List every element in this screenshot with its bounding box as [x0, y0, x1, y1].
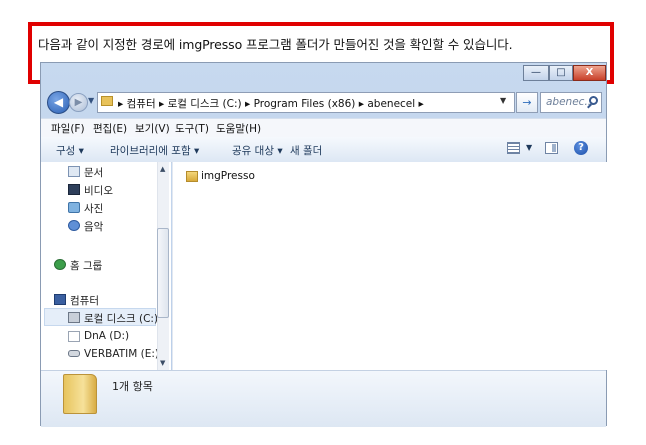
breadcrumb-separator[interactable]: ▸	[159, 98, 164, 110]
local-disk-icon	[68, 312, 80, 323]
breadcrumb-local-disk[interactable]: 로컬 디스크 (C:)	[168, 98, 242, 110]
documents-icon	[68, 166, 80, 177]
breadcrumb: ▸ 컴퓨터 ▸ 로컬 디스크 (C:) ▸ Program Files (x86…	[118, 96, 424, 111]
organize-button[interactable]: 구성 ▾	[56, 143, 84, 158]
close-button[interactable]: X	[573, 65, 606, 81]
new-folder-button[interactable]: 새 폴더	[290, 143, 322, 158]
menu-edit[interactable]: 편집(E)	[93, 121, 127, 136]
minimize-button[interactable]: —	[523, 65, 549, 81]
file-item-name: imgPresso	[201, 170, 255, 182]
pictures-icon	[68, 202, 80, 213]
change-view-icon[interactable]	[507, 142, 520, 154]
callout-text: 다음과 같이 지정한 경로에 imgPresso 프로그램 폴더가 만들어진 것…	[38, 37, 513, 52]
usb-drive-icon	[68, 331, 80, 342]
file-item-imgpresso[interactable]: imgPresso	[185, 170, 255, 182]
removable-drive-icon	[68, 350, 80, 357]
nav-item-local-disk-c[interactable]: 로컬 디스크 (C:)	[84, 311, 158, 326]
item-count: 1개 항목	[112, 380, 153, 393]
scroll-down-arrow[interactable]: ▼	[160, 359, 165, 367]
breadcrumb-program-files[interactable]: Program Files (x86)	[254, 98, 356, 110]
homegroup-icon	[54, 259, 66, 270]
preview-pane-icon[interactable]	[545, 142, 558, 154]
forward-button[interactable]: ▶	[69, 93, 88, 112]
maximize-button[interactable]: □	[549, 65, 573, 81]
refresh-icon[interactable]: →	[516, 92, 538, 113]
nav-item-verbatim-e[interactable]: VERBATIM (E:)	[84, 348, 159, 360]
nav-item-homegroup[interactable]: 홈 그룹	[70, 258, 102, 273]
folder-icon	[63, 374, 97, 414]
nav-item-videos[interactable]: 비디오	[84, 183, 113, 198]
computer-icon	[54, 294, 66, 305]
menu-help[interactable]: 도움말(H)	[216, 121, 261, 136]
breadcrumb-computer[interactable]: 컴퓨터	[127, 98, 156, 110]
nav-item-computer[interactable]: 컴퓨터	[70, 293, 99, 308]
include-in-library-button[interactable]: 라이브러리에 포함 ▾	[110, 143, 199, 158]
nav-item-music[interactable]: 음악	[84, 219, 103, 234]
folder-icon	[101, 96, 113, 106]
nav-item-documents[interactable]: 문서	[84, 165, 103, 180]
music-icon	[68, 220, 80, 231]
breadcrumb-abenecel[interactable]: abenecel	[367, 98, 415, 110]
view-options-dropdown[interactable]: ▼	[526, 143, 532, 152]
scroll-up-arrow[interactable]: ▲	[160, 165, 165, 173]
title-bar[interactable]: — □ X	[41, 63, 606, 85]
videos-icon	[68, 184, 80, 195]
scrollbar-thumb[interactable]	[157, 228, 169, 318]
menu-view[interactable]: 보기(V)	[135, 121, 170, 136]
breadcrumb-separator[interactable]: ▸	[245, 98, 250, 110]
share-with-button[interactable]: 공유 대상 ▾	[232, 143, 283, 158]
menu-file[interactable]: 파일(F)	[51, 121, 85, 136]
address-history-dropdown[interactable]: ▼	[500, 96, 506, 105]
file-list-pane	[172, 162, 607, 370]
nav-item-dna-d[interactable]: DnA (D:)	[84, 330, 129, 342]
breadcrumb-separator[interactable]: ▸	[118, 98, 123, 110]
nav-item-pictures[interactable]: 사진	[84, 201, 103, 216]
breadcrumb-separator[interactable]: ▸	[359, 98, 364, 110]
menu-tools[interactable]: 도구(T)	[175, 121, 209, 136]
recent-pages-dropdown[interactable]: ▼	[88, 96, 97, 108]
search-icon[interactable]	[589, 96, 598, 105]
breadcrumb-separator[interactable]: ▸	[419, 98, 424, 110]
back-button[interactable]: ◀	[47, 91, 70, 114]
help-icon[interactable]: ?	[574, 141, 588, 155]
